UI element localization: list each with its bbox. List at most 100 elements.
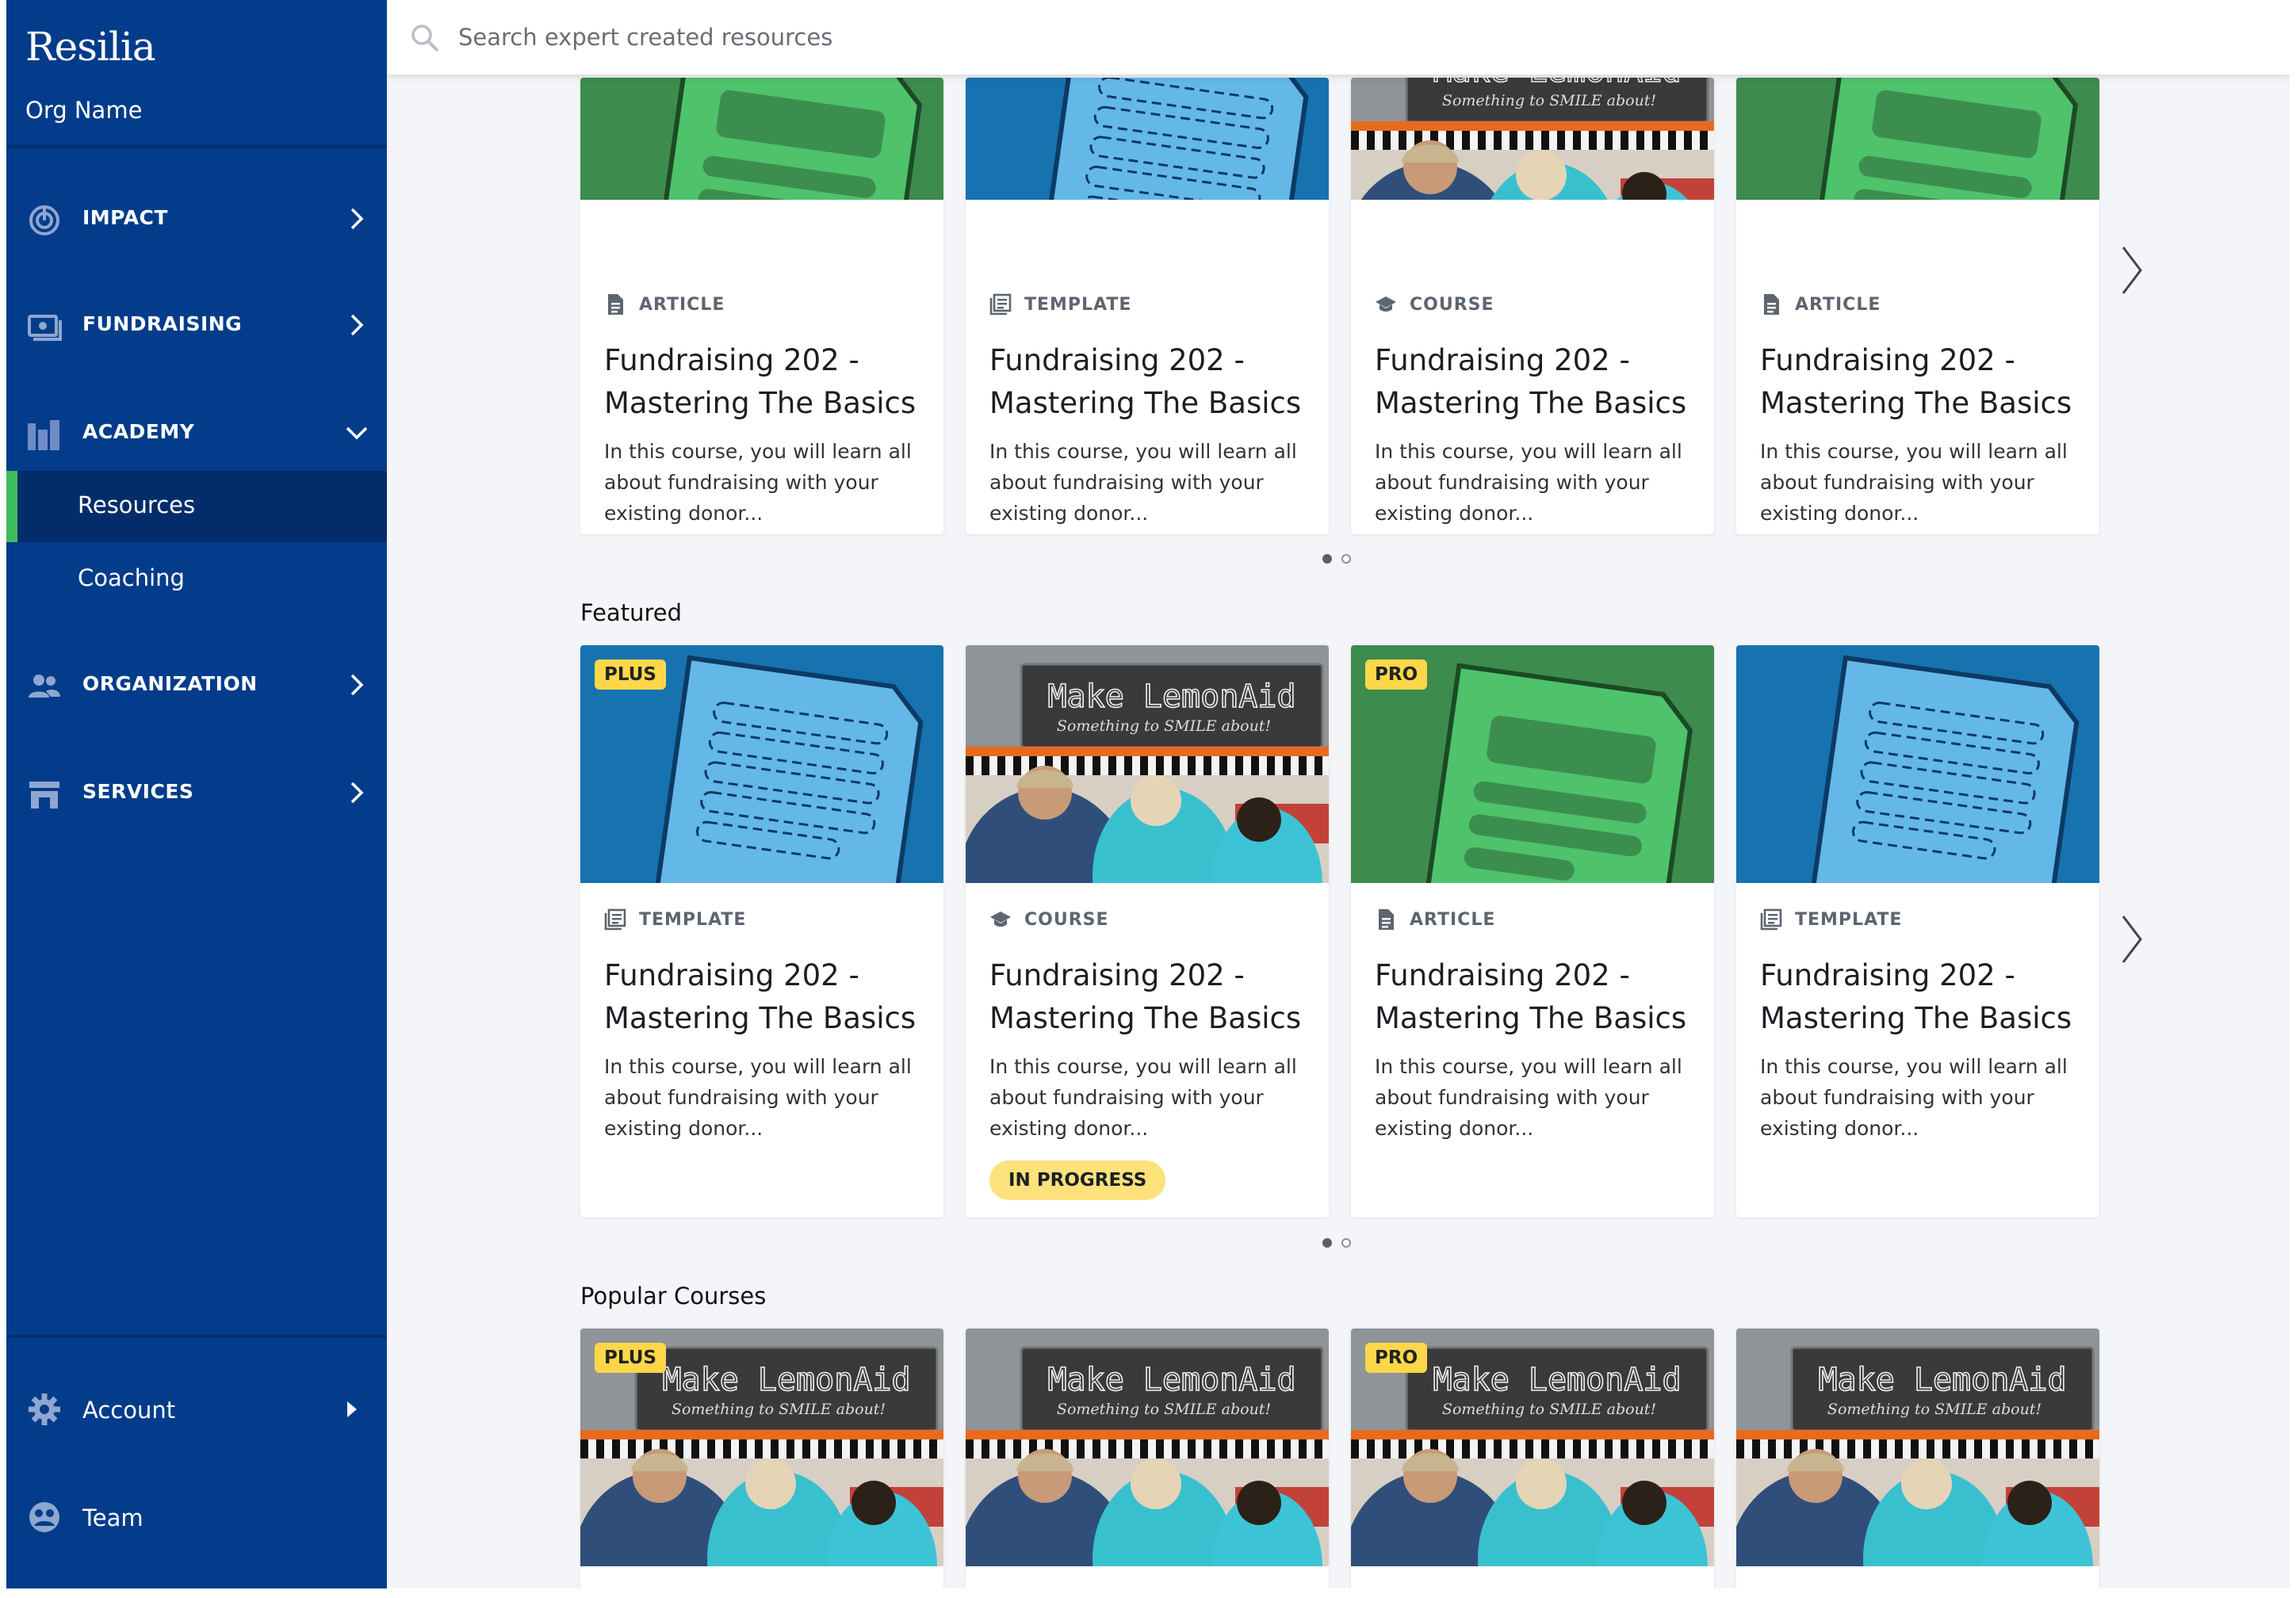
team-icon (29, 1502, 59, 1532)
chevron-right-icon (350, 208, 364, 230)
card-thumbnail: Make LemonAid Something to SMILE about! (966, 645, 1329, 883)
card-type-label: TEMPLATE (1024, 295, 1132, 315)
pagination-dot[interactable] (1322, 1238, 1332, 1248)
card-title: Fundraising 202 - Mastering The Basics (1760, 343, 2072, 420)
gear-icon (29, 1393, 60, 1425)
template-icon (989, 293, 1012, 315)
sidebar-item-resources[interactable]: Resources (6, 471, 387, 542)
sidebar-item-label: Account (82, 1397, 176, 1424)
svg-text:Something to SMILE about!: Something to SMILE about! (1057, 717, 1271, 735)
main-content: ARTICLE Fundraising 202 - Mastering The B… (387, 0, 2290, 1588)
card-description: In this course, you will learn all about… (989, 1055, 1297, 1140)
card-description: In this course, you will learn all about… (604, 1055, 912, 1140)
carousel-next-button[interactable] (2117, 243, 2149, 298)
sidebar-item-label: ACADEMY (82, 420, 195, 443)
article-illustration (1736, 78, 2099, 200)
template-icon (1760, 908, 1782, 931)
template-illustration (966, 78, 1329, 200)
chevron-right-icon (350, 674, 364, 696)
section-title: Popular Courses (580, 1283, 767, 1309)
org-name[interactable]: Org Name (25, 97, 142, 124)
search-input[interactable] (458, 17, 1568, 57)
resource-card[interactable]: Make LemonAid Something to SMILE about! … (1351, 1328, 1714, 1588)
tier-badge: PRO (1365, 1343, 1428, 1373)
card-type-label: COURSE (1024, 910, 1109, 930)
resource-card[interactable]: Make LemonAid Something to SMILE about! … (1351, 78, 1714, 534)
section-title: Featured (580, 599, 682, 626)
sidebar-subitem-label: Resources (78, 491, 196, 518)
card-type-label: COURSE (1410, 295, 1494, 315)
card-description: In this course, you will learn all about… (989, 440, 1297, 525)
sidebar-item-team[interactable]: Team (6, 1485, 387, 1549)
card-title: Fundraising 202 - Mastering The Basics (604, 343, 916, 420)
article-icon (1764, 294, 1779, 315)
sidebar-item-fundraising[interactable]: FUNDRAISING (6, 293, 387, 357)
sidebar-item-account[interactable]: Account (6, 1378, 387, 1441)
svg-text:Make LemonAid: Make LemonAid (1433, 78, 1681, 90)
sidebar-item-academy[interactable]: ACADEMY (6, 401, 387, 464)
sidebar-item-label: SERVICES (82, 780, 194, 803)
svg-text:Make LemonAid: Make LemonAid (1047, 1362, 1295, 1398)
resource-card[interactable]: Make LemonAid Something to SMILE about! (966, 1328, 1329, 1588)
resource-card[interactable]: ARTICLE Fundraising 202 - Mastering The B… (580, 78, 943, 534)
sidebar-subitem-label: Coaching (78, 564, 185, 591)
template-illustration (1736, 645, 2099, 883)
sidebar-item-label: FUNDRAISING (82, 312, 243, 335)
academy-icon (28, 420, 59, 450)
svg-text:Something to SMILE about!: Something to SMILE about! (1442, 1401, 1656, 1418)
resource-card[interactable]: ARTICLE Fundraising 202 - Mastering The B… (1736, 78, 2099, 534)
graduation-cap-icon (990, 912, 1011, 927)
resource-card[interactable]: TEMPLATE Fundraising 202 - Mastering The … (1736, 645, 2099, 1218)
card-title: Fundraising 202 - Mastering The Basics (1760, 958, 2072, 1035)
carousel-next-button[interactable] (2117, 912, 2149, 967)
resource-card[interactable]: TEMPLATE Fundraising 202 - Mastering The … (966, 78, 1329, 534)
card-thumbnail (1736, 78, 2099, 200)
svg-text:Something to SMILE about!: Something to SMILE about! (1827, 1401, 2042, 1418)
tier-badge: PRO (1365, 659, 1428, 690)
tier-badge: PLUS (595, 1343, 666, 1373)
card-type-label: TEMPLATE (639, 910, 747, 930)
impact-icon (29, 205, 59, 235)
resource-card[interactable]: Make LemonAid Something to SMILE about! … (580, 1328, 943, 1588)
card-description: In this course, you will learn all about… (1375, 440, 1682, 525)
card-thumbnail (966, 78, 1329, 200)
card-thumbnail (1736, 645, 2099, 883)
card-description: In this course, you will learn all about… (604, 440, 912, 525)
resource-card[interactable]: PLUS TEMPLATE Fundraising 202 - Mastering … (580, 645, 943, 1218)
sidebar-item-organization[interactable]: ORGANIZATION (6, 653, 387, 717)
resource-card[interactable]: Make LemonAid Something to SMILE about! … (966, 645, 1329, 1218)
article-icon (1379, 909, 1394, 930)
card-type-label: ARTICLE (1410, 910, 1496, 930)
card-type-label: ARTICLE (1795, 295, 1881, 315)
carousel-pagination (1322, 1238, 1354, 1249)
sidebar-item-coaching[interactable]: Coaching (6, 544, 387, 615)
resource-card[interactable]: Make LemonAid Something to SMILE about! (1736, 1328, 2099, 1588)
fundraising-icon (28, 315, 62, 341)
active-indicator (6, 471, 17, 542)
sidebar-divider (6, 145, 387, 148)
search-bar (387, 0, 2290, 75)
pagination-dot[interactable] (1341, 1238, 1351, 1248)
card-description: In this course, you will learn all about… (1375, 1055, 1682, 1140)
svg-text:Something to SMILE about!: Something to SMILE about! (1442, 92, 1656, 109)
sidebar-item-impact[interactable]: IMPACT (6, 187, 387, 250)
chevron-right-icon (350, 782, 364, 804)
services-icon (29, 782, 59, 809)
sidebar-item-services[interactable]: SERVICES (6, 761, 387, 824)
card-thumbnail: Make LemonAid Something to SMILE about! (1736, 1328, 2099, 1566)
card-title: Fundraising 202 - Mastering The Basics (604, 958, 916, 1035)
article-illustration (580, 78, 943, 200)
svg-text:Make LemonAid: Make LemonAid (662, 1362, 910, 1398)
pagination-dot[interactable] (1341, 554, 1351, 564)
card-type-label: TEMPLATE (1795, 910, 1903, 930)
brand-logo: Resilia (25, 24, 156, 70)
lemonade-stand-photo: Make LemonAid Something to SMILE about! (1736, 1328, 2099, 1566)
resource-card[interactable]: PRO ARTICLE Fundraising 202 - Mastering Th… (1351, 645, 1714, 1218)
sidebar-item-label: ORGANIZATION (82, 672, 258, 695)
card-type-label: ARTICLE (639, 295, 725, 315)
caret-right-icon (347, 1401, 357, 1417)
card-thumbnail: Make LemonAid Something to SMILE about! (1351, 78, 1714, 200)
search-icon (411, 25, 439, 52)
lemonade-stand-photo: Make LemonAid Something to SMILE about! (1351, 78, 1714, 200)
pagination-dot[interactable] (1322, 554, 1332, 564)
